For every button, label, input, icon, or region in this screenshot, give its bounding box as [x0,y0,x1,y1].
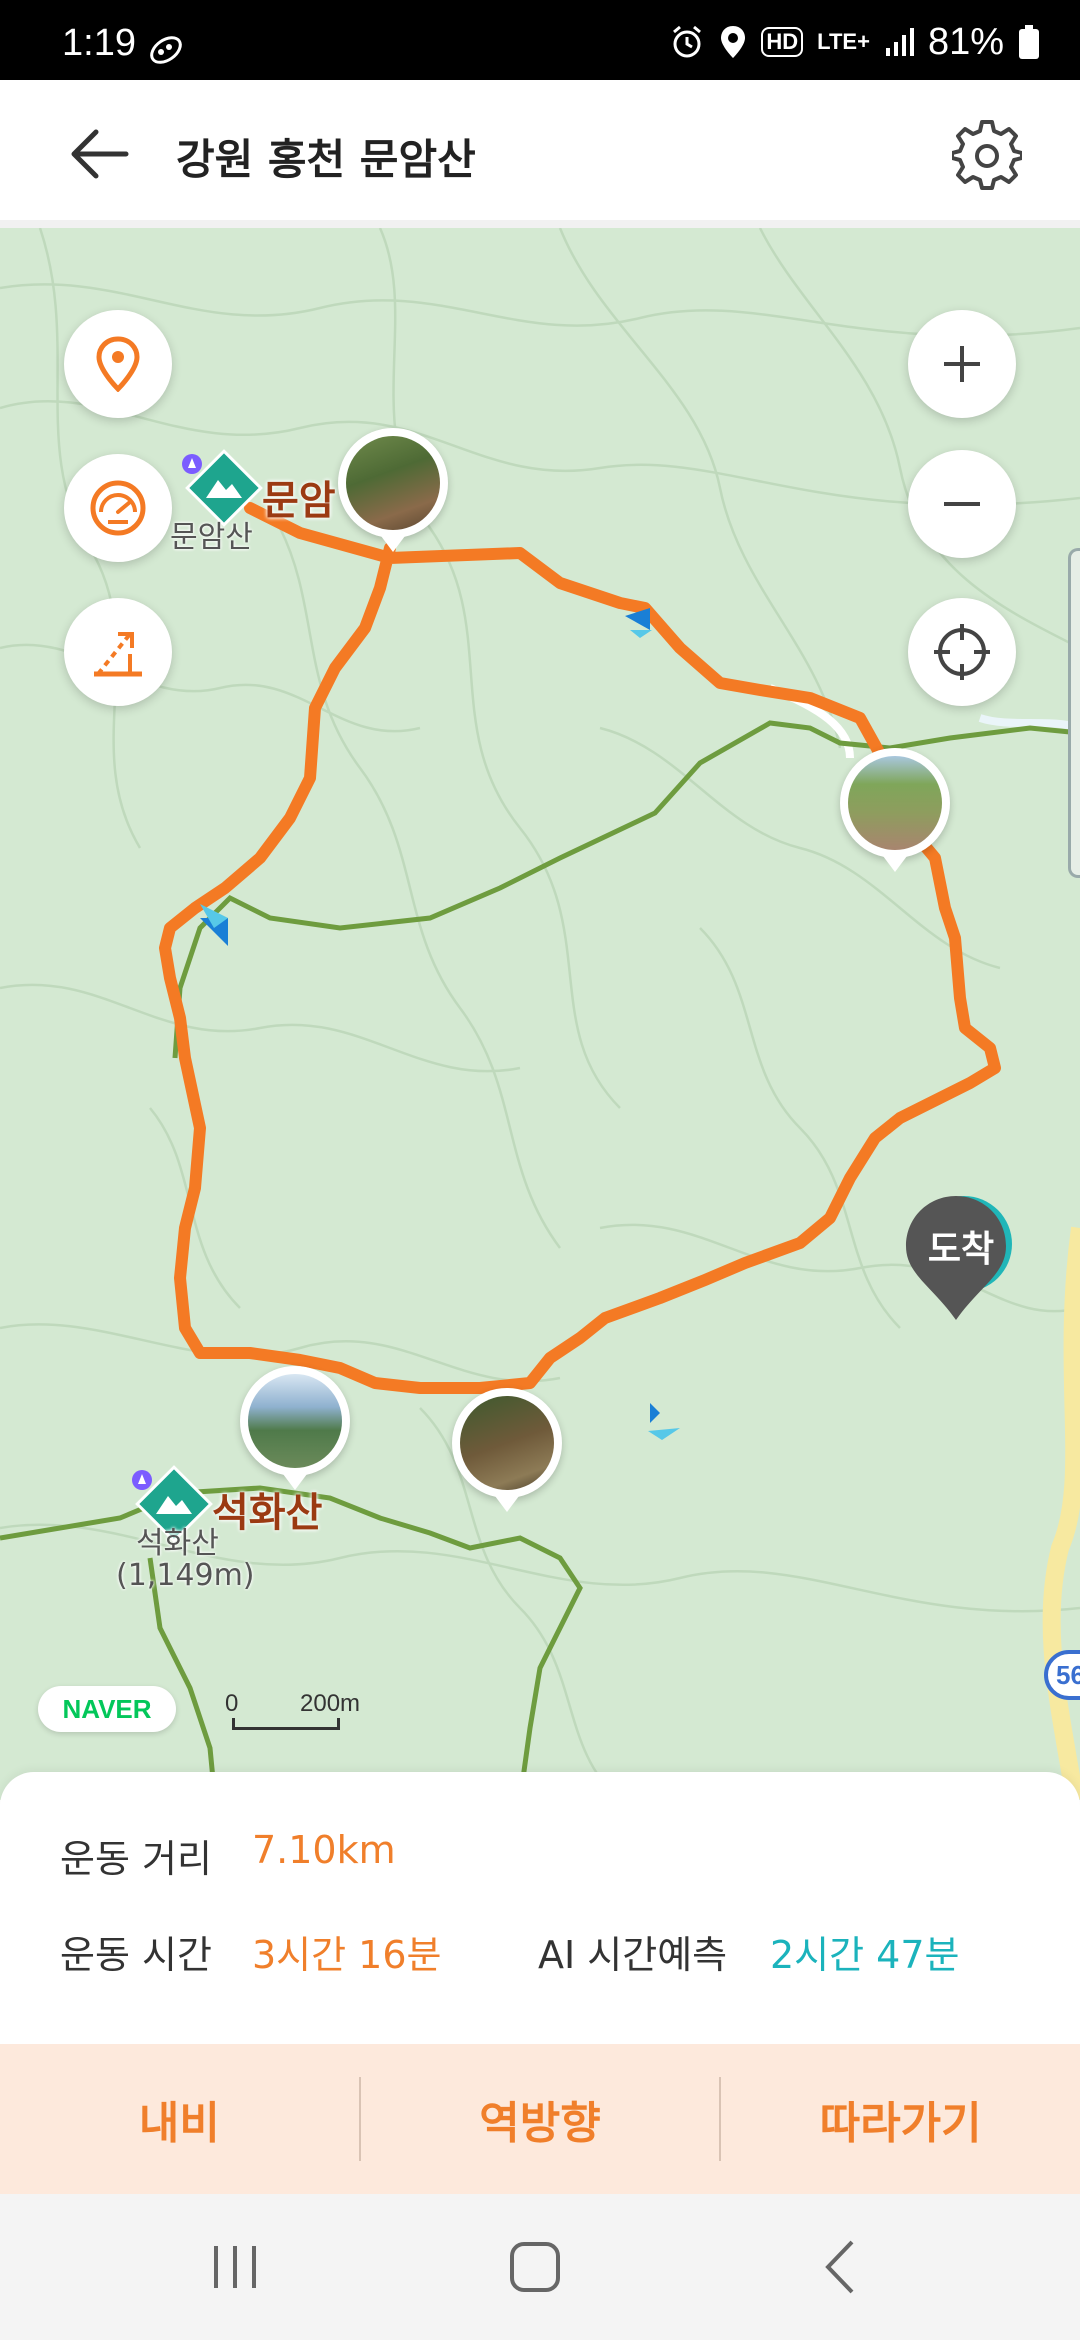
ai-time-label: AI 시간예측 [538,1933,728,1977]
gear-icon[interactable] [952,120,1022,190]
photo-marker[interactable] [840,748,950,872]
network-type: LTE+ [817,29,870,54]
follow-button[interactable]: 따라가기 [721,2044,1080,2194]
photo-marker[interactable] [240,1366,350,1490]
navi-button[interactable]: 내비 [0,2044,359,2194]
ai-time-value: 2시간 47분 [770,1933,960,1977]
battery-icon [1019,25,1039,59]
status-time: 1:19 [62,22,136,64]
photo-marker[interactable] [338,428,448,552]
peak-label: 석화산 [212,1490,323,1536]
arrival-label: 도착 [927,1229,995,1270]
zoom-in-button[interactable] [908,310,1016,418]
page-title: 강원 홍천 문암산 [176,135,476,184]
crosshair-icon [934,624,990,680]
distance-value: 7.10km [252,1828,396,1872]
map-view[interactable]: 문암 문암산 석화산 석화산 (1,149m) 도착 56 [0,228,1080,1800]
zoom-out-button[interactable] [908,450,1016,558]
scale-zero-label: 0 [225,1690,239,1717]
scale-distance-label: 200m [300,1690,361,1717]
naver-logo: NAVER [38,1686,176,1732]
speed-button[interactable] [64,454,172,562]
peak-sublabel: 석화산 [136,1526,219,1561]
alarm-icon [673,25,702,58]
zoom-in-icon [944,346,980,382]
back-nav-icon[interactable] [806,2234,876,2300]
speedometer-icon [90,480,146,536]
recenter-button[interactable] [908,598,1016,706]
scale-bar [232,1718,340,1730]
system-nav-bar [0,2194,1080,2340]
time-value: 3시간 16분 [252,1933,442,1977]
distance-label: 운동 거리 [60,1837,212,1881]
status-bar: 1:19 HD LTE+ 81% [0,0,1080,80]
reverse-button[interactable]: 역방향 [361,2044,720,2194]
hd-voice-indicator: HD [761,27,804,57]
home-icon[interactable] [500,2234,570,2300]
action-bar: 내비 역방향 따라가기 [0,2044,1080,2194]
zoom-out-icon [944,502,980,506]
time-label: 운동 시간 [60,1933,212,1977]
photo-marker[interactable] [452,1388,562,1512]
activity-icon [150,36,182,64]
map-side-handle[interactable] [1068,548,1080,878]
peak-sublabel: 문암산 [170,520,253,555]
header: 강원 홍천 문암산 [0,80,1080,228]
location-pin-icon [96,336,140,392]
peak-label: 문암 [262,478,336,524]
peak-elevation: (1,149m) [116,1558,255,1593]
my-location-button[interactable] [64,310,172,418]
elevation-icon [94,632,142,677]
arrow-left-icon[interactable] [66,124,132,184]
signal-icon [885,28,914,56]
battery-percent: 81% [927,20,1004,63]
workout-info-panel: 운동 거리 7.10km 운동 시간 3시간 16분 AI 시간예측 2시간 4… [0,1772,1080,2044]
location-icon [721,26,746,58]
recent-apps-icon[interactable] [200,2234,270,2300]
elevation-button[interactable] [64,598,172,706]
